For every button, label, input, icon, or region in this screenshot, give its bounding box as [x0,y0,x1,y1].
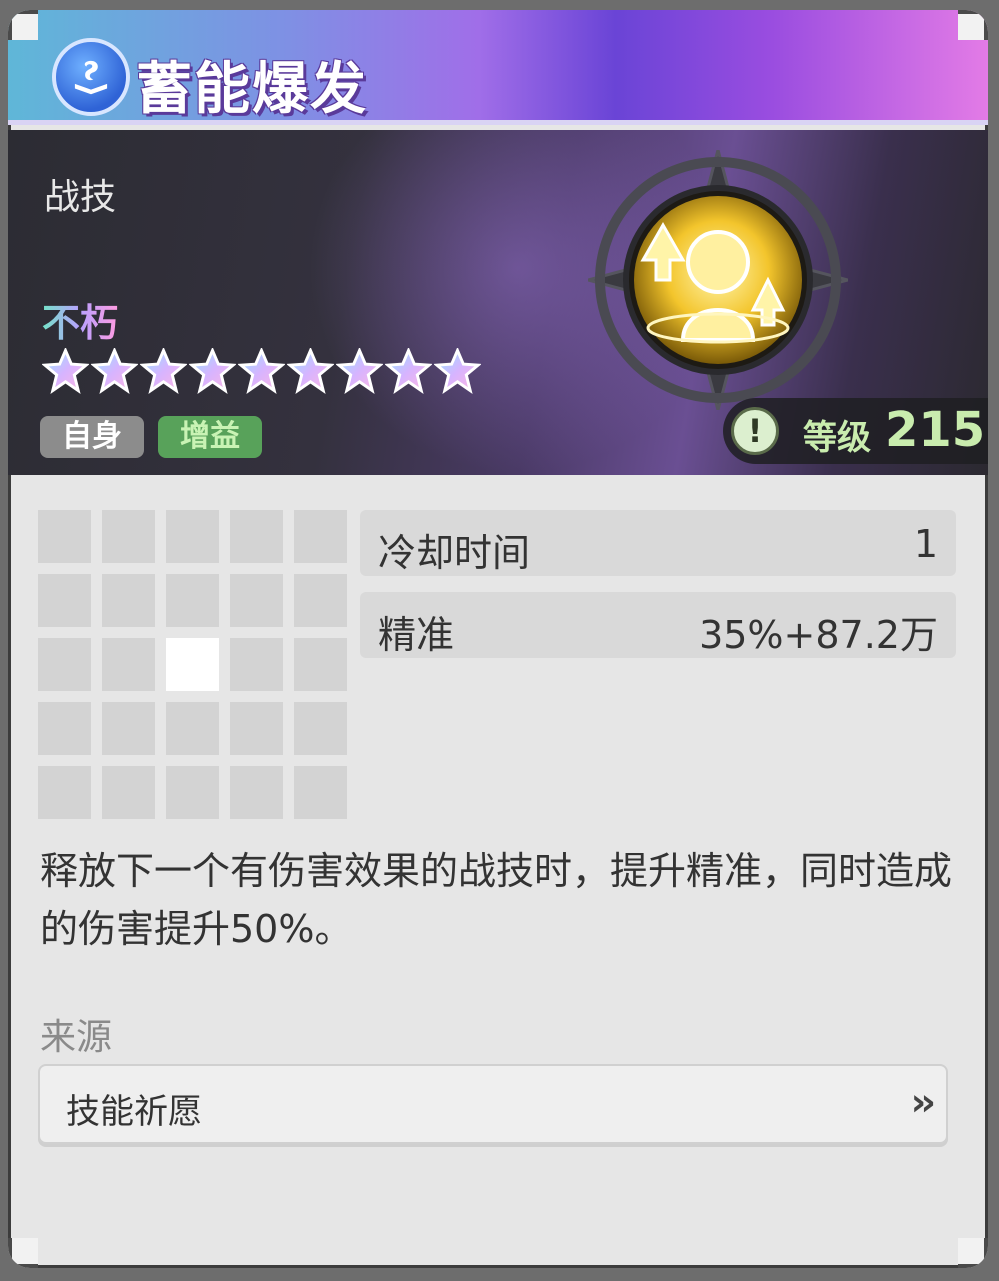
stat-label: 精准 [378,613,455,657]
grid-cell [230,702,283,755]
grid-cell [294,766,347,819]
star-icon [237,346,286,395]
level-label: 等级 [803,418,871,458]
grid-cell [230,510,283,563]
skill-title: 蓄能爆发 [136,57,368,122]
skill-card: 蓄能爆发 战技 不朽 自身 增益 ! 等级 215 冷却时间 1 精准 35%+… [8,10,988,1268]
frame-corner [8,10,38,40]
tag-self: 自身 [40,416,144,458]
grid-cell [294,702,347,755]
source-button[interactable]: 技能祈愿 ›› [38,1064,948,1144]
grid-cell [294,510,347,563]
star-icon [41,346,90,395]
grid-cell [102,638,155,691]
level-value: 215 [885,402,986,458]
source-button-label: 技能祈愿 [66,1092,202,1132]
grid-cell [166,574,219,627]
grid-cell [38,574,91,627]
grid-cell [102,702,155,755]
grid-cell [38,510,91,563]
skill-type: 战技 [44,177,117,218]
grid-cell [102,510,155,563]
grid-cell [166,510,219,563]
source-label: 来源 [40,1017,113,1058]
star-icon [90,346,139,395]
stat-label: 冷却时间 [378,531,531,575]
double-chevron-right-icon: ›› [910,1080,936,1124]
stat-precision: 精准 35%+87.2万 [360,592,956,658]
level-display: ! 等级 215 [723,398,988,464]
book-rune-icon [52,38,130,116]
range-pattern-grid [38,510,347,819]
skill-description: 释放下一个有伤害效果的战技时，提升精准，同时造成的伤害提升50%。 [40,849,953,951]
stat-cooldown: 冷却时间 1 [360,510,956,576]
grid-cell [102,766,155,819]
star-icon [433,346,482,395]
rarity-stars [41,346,482,395]
skill-tags: 自身 增益 [40,416,262,458]
grid-cell [294,574,347,627]
stat-value: 35%+87.2万 [699,613,938,657]
star-icon [139,346,188,395]
frame-corner [958,1238,988,1268]
title-bar: 蓄能爆发 [8,10,988,125]
grid-cell [230,574,283,627]
tag-buff: 增益 [158,416,262,458]
star-icon [188,346,237,395]
grid-cell [230,766,283,819]
grid-cell [38,702,91,755]
grid-cell-active [166,638,219,691]
star-icon [335,346,384,395]
stat-value: 1 [913,522,938,566]
star-icon [384,346,433,395]
meditating-figure-icon [588,150,848,410]
grid-cell [230,638,283,691]
rarity-name: 不朽 [42,292,118,347]
grid-cell [166,766,219,819]
grid-cell [38,638,91,691]
star-icon [286,346,335,395]
exclamation-icon[interactable]: ! [731,407,779,455]
frame-corner [958,10,988,40]
grid-cell [102,574,155,627]
frame-corner [8,1238,38,1268]
grid-cell [38,766,91,819]
grid-cell [166,702,219,755]
skill-banner: 战技 不朽 自身 增益 ! 等级 215 [8,130,988,475]
grid-cell [294,638,347,691]
